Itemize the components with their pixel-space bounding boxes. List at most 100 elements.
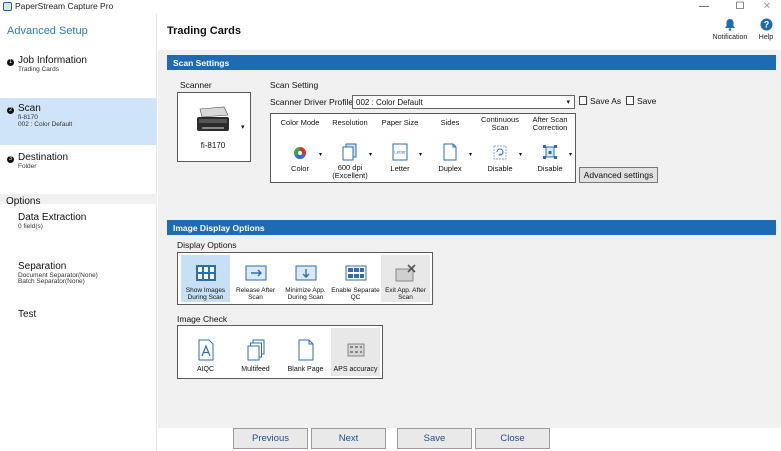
sidebar-brand: Advanced Setup <box>7 25 88 37</box>
letter-page-icon: Letter <box>392 143 408 161</box>
sidebar-item-sub: Trading Cards <box>18 66 59 73</box>
save-icon <box>626 96 634 105</box>
chevron-down-icon: ▾ <box>241 124 245 131</box>
scanner-label: Scanner <box>180 80 212 90</box>
step-number: 3 <box>7 156 14 163</box>
sidebar-item-separation[interactable]: Separation Document Separator(None) Batc… <box>0 260 157 294</box>
sidebar-item-sub: 002 : Color Default <box>18 121 73 128</box>
sidebar-item-data-extraction[interactable]: Data Extraction 0 field(s) <box>0 211 157 241</box>
check-label: AIQC <box>196 366 215 373</box>
help-label: Help <box>758 34 774 41</box>
profile-value: 002 : Color Default <box>356 98 423 107</box>
minimize-icon <box>295 265 317 281</box>
blank-page-option[interactable]: Blank Page <box>281 328 330 376</box>
sidebar-item-scan[interactable]: 2 Scan fi-8170 002 : Color Default <box>0 98 157 145</box>
continuous-scan-icon <box>493 145 507 160</box>
correction-icon <box>543 145 557 159</box>
sidebar-item-label: Destination <box>18 152 69 163</box>
aiqc-icon <box>198 339 214 361</box>
minimize-button[interactable]: — <box>690 0 718 14</box>
aps-accuracy-icon <box>347 343 365 357</box>
image-display-options-bar: Image Display Options <box>167 220 776 235</box>
sidebar-item-sub: Batch Separator(None) <box>18 278 85 285</box>
save-button[interactable]: Save <box>397 428 472 449</box>
scan-setting-label: Scan Setting <box>270 80 319 90</box>
column-header: Sides <box>440 118 460 127</box>
column-value: Duplex <box>438 164 462 173</box>
column-header: After Scan Correction <box>532 115 568 132</box>
display-options-group: Show Images During Scan Release After Sc… <box>177 252 433 305</box>
notification-label: Notification <box>712 34 748 41</box>
check-label: APS accuracy <box>333 366 378 373</box>
page-title: Trading Cards <box>167 25 241 37</box>
save-profile-button[interactable]: Save <box>626 96 656 106</box>
column-value: 600 dpi (Excellent) <box>332 163 368 180</box>
separate-qc-icon <box>345 265 367 281</box>
multifeed-option[interactable]: Multifeed <box>231 328 280 376</box>
display-options-label: Display Options <box>177 240 237 250</box>
save-as-icon <box>579 96 587 105</box>
enable-separate-qc-option[interactable]: Enable Separate QC <box>331 255 380 302</box>
bell-icon <box>725 19 735 31</box>
sidebar-item-label: Data Extraction <box>18 212 87 223</box>
save-as-label: Save As <box>590 96 622 106</box>
sidebar-item-label: Scan <box>18 103 41 114</box>
resolution-icon <box>342 143 357 161</box>
sidebar-item-sub: Folder <box>18 163 37 170</box>
grid-images-icon <box>196 265 216 281</box>
close-button[interactable]: Close <box>475 428 550 449</box>
column-header: Paper Size <box>381 118 419 127</box>
option-label: Show Images During Scan <box>185 287 226 301</box>
scanner-selector[interactable]: ▾ fi-8170 <box>177 92 251 162</box>
check-label: Blank Page <box>287 366 324 373</box>
chevron-down-icon: ▾ <box>566 99 570 106</box>
exit-app-after-scan-option[interactable]: Exit App. After Scan <box>381 255 430 302</box>
sidebar-item-label: Separation <box>18 261 67 272</box>
sidebar-item-label: Job Information <box>18 55 87 66</box>
window-title: PaperStream Capture Pro <box>15 1 114 11</box>
save-as-button[interactable]: Save As <box>579 96 621 106</box>
exit-app-icon <box>395 264 416 282</box>
sidebar: Advanced Setup 1 Job Information Trading… <box>0 14 157 451</box>
profile-label: Scanner Driver Profile <box>270 97 354 107</box>
sidebar-item-destination[interactable]: 3 Destination Folder <box>0 151 157 181</box>
chevron-down-icon: ▾ <box>469 152 473 158</box>
advanced-settings-button[interactable]: Advanced settings <box>579 167 658 183</box>
help-icon: ? <box>760 18 772 31</box>
show-images-during-scan-option[interactable]: Show Images During Scan <box>181 255 230 302</box>
scanner-icon <box>197 106 229 131</box>
help-button[interactable]: ? Help <box>755 18 777 41</box>
chevron-down-icon: ▾ <box>519 152 523 158</box>
release-after-scan-option[interactable]: Release After Scan <box>231 255 280 302</box>
sidebar-item-sub: 0 field(s) <box>18 223 43 230</box>
next-button[interactable]: Next <box>311 428 386 449</box>
sidebar-item-job-information[interactable]: 1 Job Information Trading Cards <box>0 54 157 88</box>
chevron-down-icon: ▾ <box>369 152 373 158</box>
step-number: 1 <box>7 59 14 66</box>
option-label: Release After Scan <box>235 287 276 301</box>
blank-page-icon <box>298 339 314 361</box>
maximize-button[interactable]: ☐ <box>726 0 754 14</box>
multifeed-icon <box>247 339 265 361</box>
color-wheel-icon <box>293 147 307 160</box>
sidebar-item-test[interactable]: Test <box>0 308 157 328</box>
sidebar-item-sub: fi-8170 <box>18 114 38 121</box>
column-value: Disable <box>487 164 513 173</box>
scanner-name: fi-8170 <box>200 141 226 150</box>
column-header: Color Mode <box>280 118 320 127</box>
svg-text:?: ? <box>763 20 769 30</box>
minimize-app-during-scan-option[interactable]: Minimize App. During Scan <box>281 255 330 302</box>
column-value: Disable <box>537 164 563 173</box>
close-window-button[interactable]: ✕ <box>753 0 781 14</box>
profile-select[interactable]: 002 : Color Default ▾ <box>352 95 575 109</box>
chevron-down-icon: ▾ <box>319 152 323 158</box>
image-check-label: Image Check <box>177 314 228 324</box>
scan-settings-grid: Color Mode ▾ Color Resolution ▾ 600 dpi … <box>270 113 576 183</box>
aiqc-option[interactable]: AIQC <box>181 328 230 376</box>
release-icon <box>245 265 267 281</box>
aps-accuracy-option[interactable]: APS accuracy <box>331 328 380 376</box>
notification-button[interactable]: Notification <box>711 18 749 41</box>
scan-settings-bar: Scan Settings <box>167 55 776 70</box>
previous-button[interactable]: Previous <box>233 428 308 449</box>
option-label: Enable Separate QC <box>331 287 380 301</box>
